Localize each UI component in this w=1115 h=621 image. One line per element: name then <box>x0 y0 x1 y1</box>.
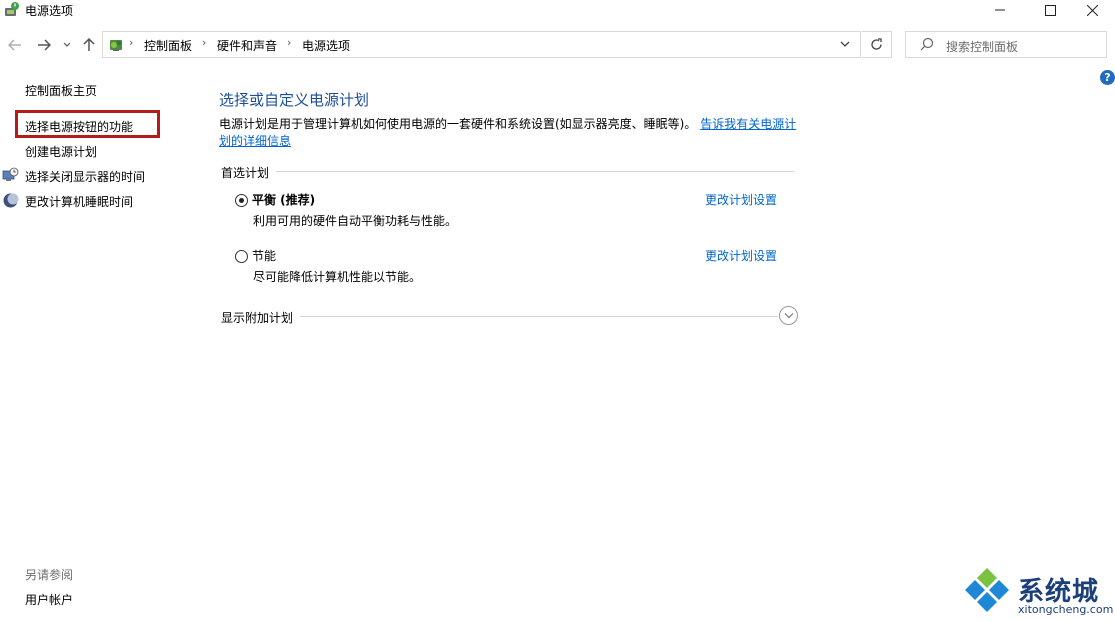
plan-power-saver-desc: 尽可能降低计算机性能以节能。 <box>253 268 421 285</box>
moon-icon <box>2 192 19 209</box>
up-button[interactable] <box>80 35 98 55</box>
monitor-clock-icon <box>2 167 19 184</box>
back-button[interactable] <box>6 35 24 55</box>
recent-locations-button[interactable] <box>60 35 74 55</box>
page-description: 电源计划是用于管理计算机如何使用电源的一套硬件和系统设置(如显示器亮度、睡眠等)… <box>219 116 799 150</box>
breadcrumb-separator-icon: › <box>202 36 206 49</box>
search-box[interactable]: 搜索控制面板 <box>905 31 1107 58</box>
divider <box>300 316 778 317</box>
arrow-left-icon <box>8 39 22 51</box>
maximize-button[interactable] <box>1027 0 1073 20</box>
sidebar-item-power-button[interactable]: 选择电源按钮的功能 <box>25 118 133 135</box>
breadcrumb-hardware-sound[interactable]: 硬件和声音 <box>217 37 277 54</box>
description-text: 电源计划是用于管理计算机如何使用电源的一套硬件和系统设置(如显示器亮度、睡眠等)… <box>219 117 696 131</box>
page-title: 选择或自定义电源计划 <box>219 89 369 110</box>
address-bar[interactable]: › 控制面板 › 硬件和声音 › 电源选项 <box>102 31 861 58</box>
expand-additional-plans-button[interactable] <box>779 306 798 325</box>
watermark-logo-icon <box>961 566 1013 616</box>
sidebar-control-panel-home[interactable]: 控制面板主页 <box>25 82 97 99</box>
search-icon <box>920 37 934 51</box>
sidebar-item-create-plan[interactable]: 创建电源计划 <box>25 143 97 160</box>
refresh-button[interactable] <box>862 31 892 58</box>
breadcrumb-separator-icon: › <box>287 36 291 49</box>
search-placeholder: 搜索控制面板 <box>946 38 1018 55</box>
window-title: 电源选项 <box>25 2 73 19</box>
address-dropdown-icon[interactable] <box>840 41 850 48</box>
preferred-plans-label: 首选计划 <box>221 164 269 181</box>
plan-balanced-desc: 利用可用的硬件自动平衡功耗与性能。 <box>253 212 457 229</box>
see-also-heading: 另请参阅 <box>25 566 73 583</box>
plan-balanced-radio[interactable] <box>235 194 248 207</box>
help-icon: ? <box>1104 71 1110 84</box>
close-icon <box>1087 5 1098 16</box>
breadcrumb-control-panel[interactable]: 控制面板 <box>144 37 192 54</box>
show-additional-plans-label[interactable]: 显示附加计划 <box>221 309 293 326</box>
help-button[interactable]: ? <box>1100 70 1115 85</box>
plan-power-saver-settings-link[interactable]: 更改计划设置 <box>705 247 777 264</box>
sidebar-item-display-off-time[interactable]: 选择关闭显示器的时间 <box>25 168 145 185</box>
arrow-up-icon <box>83 38 95 52</box>
breadcrumb-power-options[interactable]: 电源选项 <box>302 37 350 54</box>
see-also-user-accounts[interactable]: 用户帐户 <box>25 591 73 608</box>
close-button[interactable] <box>1069 0 1115 20</box>
control-panel-icon <box>107 36 125 54</box>
title-bar: 电源选项 <box>0 0 1115 22</box>
plan-balanced-name[interactable]: 平衡 (推荐) <box>252 191 315 208</box>
chevron-down-icon <box>63 42 71 48</box>
watermark-url: xitongcheng.com <box>1018 603 1113 616</box>
sidebar-item-sleep-time[interactable]: 更改计算机睡眠时间 <box>25 193 133 210</box>
maximize-icon <box>1045 5 1056 16</box>
plan-balanced-settings-link[interactable]: 更改计划设置 <box>705 191 777 208</box>
refresh-icon <box>870 38 883 51</box>
radio-selected-dot <box>239 198 244 203</box>
power-options-icon <box>3 1 21 19</box>
arrow-right-icon <box>37 39 51 51</box>
chevron-down-icon <box>784 312 794 319</box>
forward-button[interactable] <box>35 35 53 55</box>
divider <box>276 171 794 172</box>
minimize-icon <box>995 5 1005 15</box>
plan-power-saver-radio[interactable] <box>235 250 248 263</box>
breadcrumb-separator-icon: › <box>129 36 133 49</box>
plan-power-saver-name[interactable]: 节能 <box>252 247 276 264</box>
minimize-button[interactable] <box>977 0 1023 20</box>
